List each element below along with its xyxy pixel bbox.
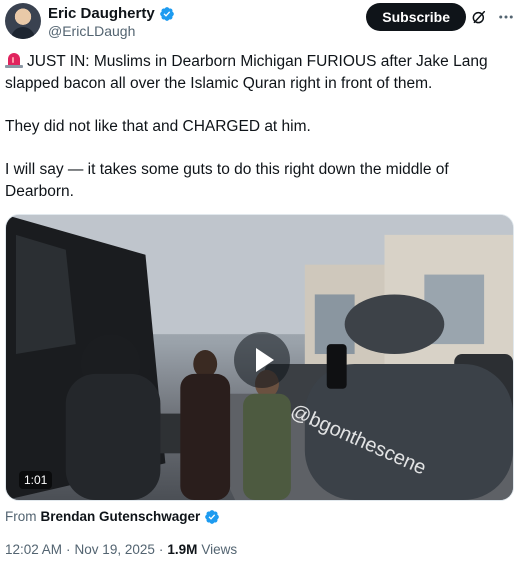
play-button[interactable] — [234, 332, 290, 388]
tweet-header: Eric Daugherty @EricLDaugh Subscribe — [5, 3, 523, 39]
views-count: 1.9M — [167, 542, 198, 557]
source-name-link[interactable]: Brendan Gutenschwager — [41, 508, 201, 526]
tweet-time[interactable]: 12:02 AM — [5, 541, 62, 559]
author-name[interactable]: Eric Daugherty — [48, 5, 155, 23]
video-player[interactable]: 1:01 — [5, 214, 514, 501]
verified-badge-icon — [159, 7, 174, 21]
video-duration: 1:01 — [19, 471, 53, 489]
author-name-row[interactable]: Eric Daugherty — [48, 5, 175, 23]
siren-icon — [5, 53, 23, 68]
meta-separator: · — [158, 542, 164, 557]
tweet-paragraph-3: I will say — it takes some guts to do th… — [5, 161, 449, 200]
more-icon[interactable] — [497, 8, 515, 26]
tweet-text: JUST IN: Muslims in Dearborn Michigan FU… — [5, 51, 520, 224]
tweet-paragraph-2: They did not like that and CHARGED at hi… — [5, 118, 311, 135]
from-label: From — [5, 509, 37, 524]
views-label: Views — [201, 542, 238, 557]
grok-icon[interactable] — [471, 9, 487, 25]
avatar[interactable] — [5, 3, 41, 39]
author-handle[interactable]: @EricLDaugh — [48, 23, 135, 39]
tweet-meta: 12:02 AM · Nov 19, 2025 · 1.9M Views — [5, 541, 237, 559]
subscribe-button[interactable]: Subscribe — [366, 3, 466, 31]
verified-badge-icon — [205, 510, 220, 524]
source-attribution: From Brendan Gutenschwager — [5, 508, 220, 526]
tweet-date[interactable]: Nov 19, 2025 — [75, 541, 155, 559]
meta-separator: · — [66, 542, 71, 557]
tweet-paragraph-1: JUST IN: Muslims in Dearborn Michigan FU… — [5, 53, 488, 92]
